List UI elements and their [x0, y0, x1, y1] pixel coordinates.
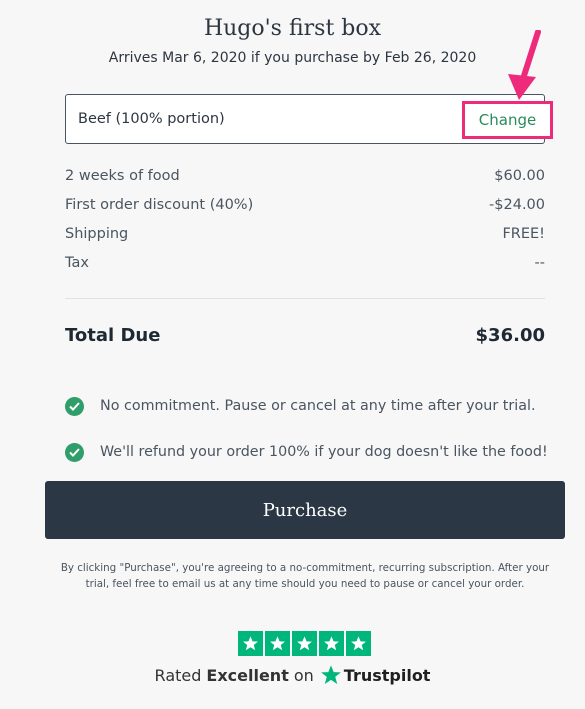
page-title: Hugo's first box	[203, 16, 382, 41]
line-item-value: $60.00	[494, 168, 545, 184]
line-item-value: -$24.00	[489, 197, 545, 213]
rating-on: on	[293, 665, 314, 685]
product-label: Beef (100% portion)	[78, 111, 225, 127]
order-summary: 2 weeks of food $60.00 First order disco…	[65, 168, 545, 284]
star-icon	[346, 631, 371, 656]
line-item-label: Tax	[65, 255, 89, 271]
benefit-item: No commitment. Pause or cancel at any ti…	[65, 383, 565, 429]
trustpilot-logo-text: Trustpilot	[343, 665, 431, 685]
benefit-item: We'll refund your order 100% if your dog…	[65, 429, 565, 475]
trustpilot-star-icon	[320, 665, 341, 684]
summary-divider	[65, 298, 545, 299]
benefit-text: We'll refund your order 100% if your dog…	[100, 444, 548, 460]
change-button[interactable]: Change	[462, 101, 553, 139]
line-item-food: 2 weeks of food $60.00	[65, 168, 545, 197]
purchase-button[interactable]: Purchase	[45, 481, 565, 539]
change-button-label: Change	[478, 111, 537, 129]
arrival-date-text: Arrives Mar 6, 2020 if you purchase by F…	[108, 50, 477, 66]
total-due-row: Total Due $36.00	[65, 325, 545, 346]
star-icon	[319, 631, 344, 656]
line-item-value: --	[534, 255, 545, 271]
subscription-disclaimer: By clicking "Purchase", you're agreeing …	[60, 562, 550, 590]
line-item-label: 2 weeks of food	[65, 168, 180, 184]
star-icon	[265, 631, 290, 656]
line-item-label: First order discount (40%)	[65, 197, 254, 213]
star-icon	[292, 631, 317, 656]
check-circle-icon	[65, 442, 84, 462]
trustpilot-rating: Rated Excellent on Trustpilot	[0, 664, 585, 686]
total-value: $36.00	[475, 325, 545, 346]
rating-prefix: Rated	[154, 665, 202, 685]
trustpilot-stars	[238, 631, 371, 656]
check-circle-icon	[65, 396, 84, 416]
annotation-arrow-icon	[508, 30, 541, 100]
total-label: Total Due	[65, 325, 161, 346]
product-selector: Beef (100% portion) Change	[65, 94, 553, 144]
benefits-list: No commitment. Pause or cancel at any ti…	[65, 383, 565, 475]
line-item-label: Shipping	[65, 226, 129, 242]
line-item-value: FREE!	[502, 226, 545, 242]
line-item-tax: Tax --	[65, 255, 545, 284]
star-icon	[238, 631, 263, 656]
line-item-discount: First order discount (40%) -$24.00	[65, 197, 545, 226]
line-item-shipping: Shipping FREE!	[65, 226, 545, 255]
benefit-text: No commitment. Pause or cancel at any ti…	[100, 398, 536, 414]
rating-word: Excellent	[206, 665, 289, 685]
